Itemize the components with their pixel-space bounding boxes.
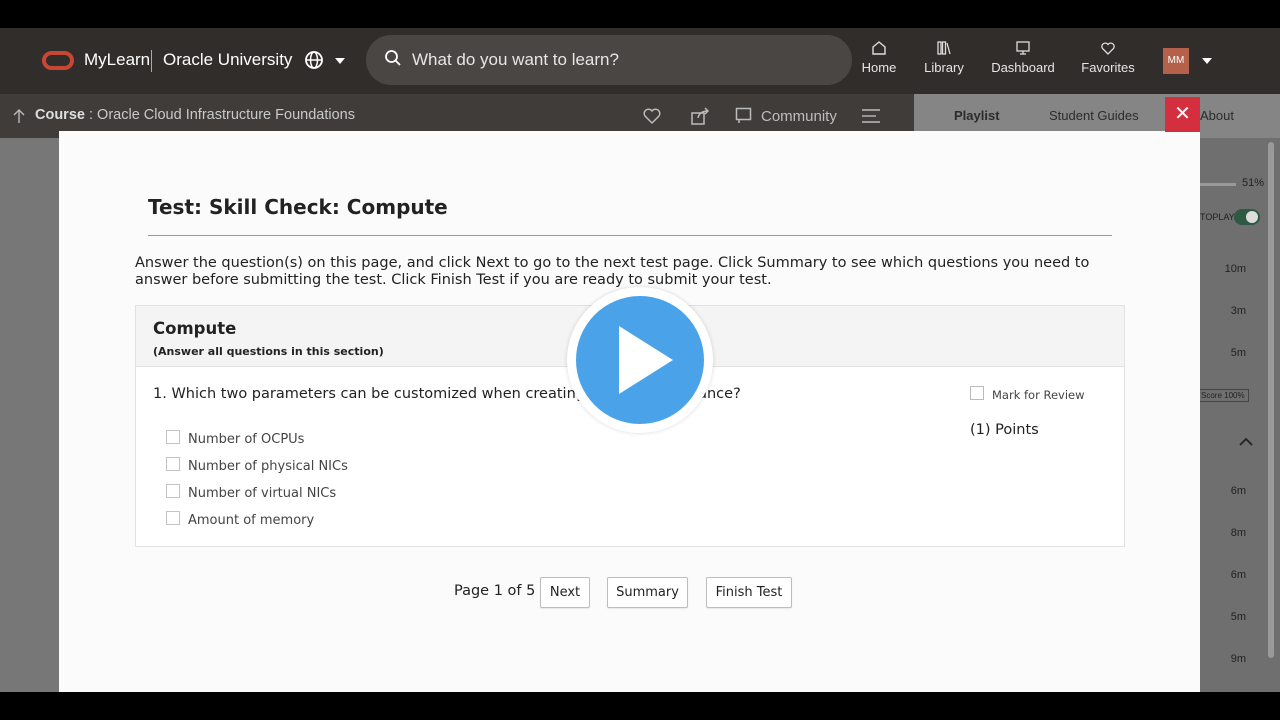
duration: 3m [1230,305,1246,317]
profile-chevron-down-icon[interactable] [1202,58,1212,64]
answer-checkbox[interactable] [166,484,180,498]
section-subtitle: (Answer all questions in this section) [153,345,384,358]
duration: 5m [1230,347,1246,359]
question-points: (1) Points [970,422,1039,438]
search-bar[interactable] [366,35,852,85]
app-window: MyLearn Oracle University Home Library D [0,28,1280,692]
summary-button[interactable]: Summary [607,577,688,608]
test-instructions: Answer the question(s) on this page, and… [135,255,1090,288]
top-header: MyLearn Oracle University Home Library D [0,28,1280,94]
answer-option[interactable]: Number of physical NICs [166,457,348,474]
answer-label: Amount of memory [188,513,315,528]
duration: 6m [1230,569,1246,581]
menu-icon[interactable] [862,108,884,124]
section-title: Compute [153,319,237,338]
close-button[interactable]: ✕ [1165,97,1200,132]
library-icon [937,41,951,55]
panel-scrollbar[interactable] [1268,142,1274,658]
play-button[interactable] [567,287,713,433]
nav-home-label: Home [861,60,897,75]
chevron-up-icon[interactable] [1239,437,1253,447]
next-button[interactable]: Next [540,577,590,608]
community-link[interactable]: Community [761,108,837,125]
search-icon [385,50,401,66]
home-icon [872,41,886,55]
search-input[interactable] [412,47,832,73]
heart-icon[interactable] [642,106,662,126]
nav-library[interactable]: Library [923,40,965,75]
nav-library-label: Library [924,60,964,75]
answer-option[interactable]: Number of OCPUs [166,430,304,447]
answer-option[interactable]: Amount of memory [166,511,314,528]
brand-oracle-university[interactable]: Oracle University [163,50,292,70]
tab-student-guides[interactable]: Student Guides [1049,108,1139,123]
nav-dashboard[interactable]: Dashboard [990,40,1056,75]
heart-icon [1101,42,1115,55]
nav-dashboard-label: Dashboard [991,60,1055,75]
answer-checkbox[interactable] [166,511,180,525]
answer-label: Number of OCPUs [188,432,305,447]
duration: 5m [1230,611,1246,623]
answer-option[interactable]: Number of virtual NICs [166,484,336,501]
progress-percent: 51% [1242,177,1265,189]
dashboard-icon [1016,41,1030,55]
score-badge: Score 100% [1197,389,1249,402]
course-title[interactable]: Course : Oracle Cloud Infrastructure Fou… [35,107,355,123]
course-name: : Oracle Cloud Infrastructure Foundation… [84,107,355,123]
answer-checkbox[interactable] [166,430,180,444]
avatar[interactable]: MM [1163,48,1189,74]
course-label: Course [35,107,85,123]
play-icon [576,296,704,424]
arrow-up-icon[interactable] [12,108,26,124]
globe-icon[interactable] [304,50,324,70]
autoplay-toggle[interactable] [1234,209,1260,225]
duration: 10m [1224,263,1246,275]
nav-favorites-label: Favorites [1081,60,1135,75]
test-title: Test: Skill Check: Compute [148,195,448,219]
autoplay-label: TOPLAY [1200,212,1235,222]
duration: 8m [1230,527,1246,539]
brand-divider [151,50,152,72]
nav-home[interactable]: Home [860,40,898,75]
close-icon: ✕ [1174,101,1191,125]
progress-bar [1200,183,1236,186]
language-chevron-down-icon[interactable] [335,58,345,64]
duration: 6m [1230,485,1246,497]
answer-checkbox[interactable] [166,457,180,471]
duration: 9m [1230,653,1246,665]
answer-label: Number of physical NICs [188,459,348,474]
brand-mylearn[interactable]: MyLearn [84,50,150,70]
title-divider [148,235,1112,236]
oracle-logo-icon[interactable] [42,51,74,70]
answer-label: Number of virtual NICs [188,486,337,501]
community-icon[interactable] [735,107,752,124]
page-indicator: Page 1 of 5 [454,583,536,599]
mark-for-review-label[interactable]: Mark for Review [992,388,1085,402]
mark-for-review-checkbox[interactable] [970,386,984,400]
tab-about[interactable]: About [1200,108,1234,123]
share-icon[interactable] [690,106,710,126]
nav-favorites[interactable]: Favorites [1080,40,1136,75]
tab-playlist[interactable]: Playlist [954,108,1000,123]
finish-test-button[interactable]: Finish Test [706,577,792,608]
